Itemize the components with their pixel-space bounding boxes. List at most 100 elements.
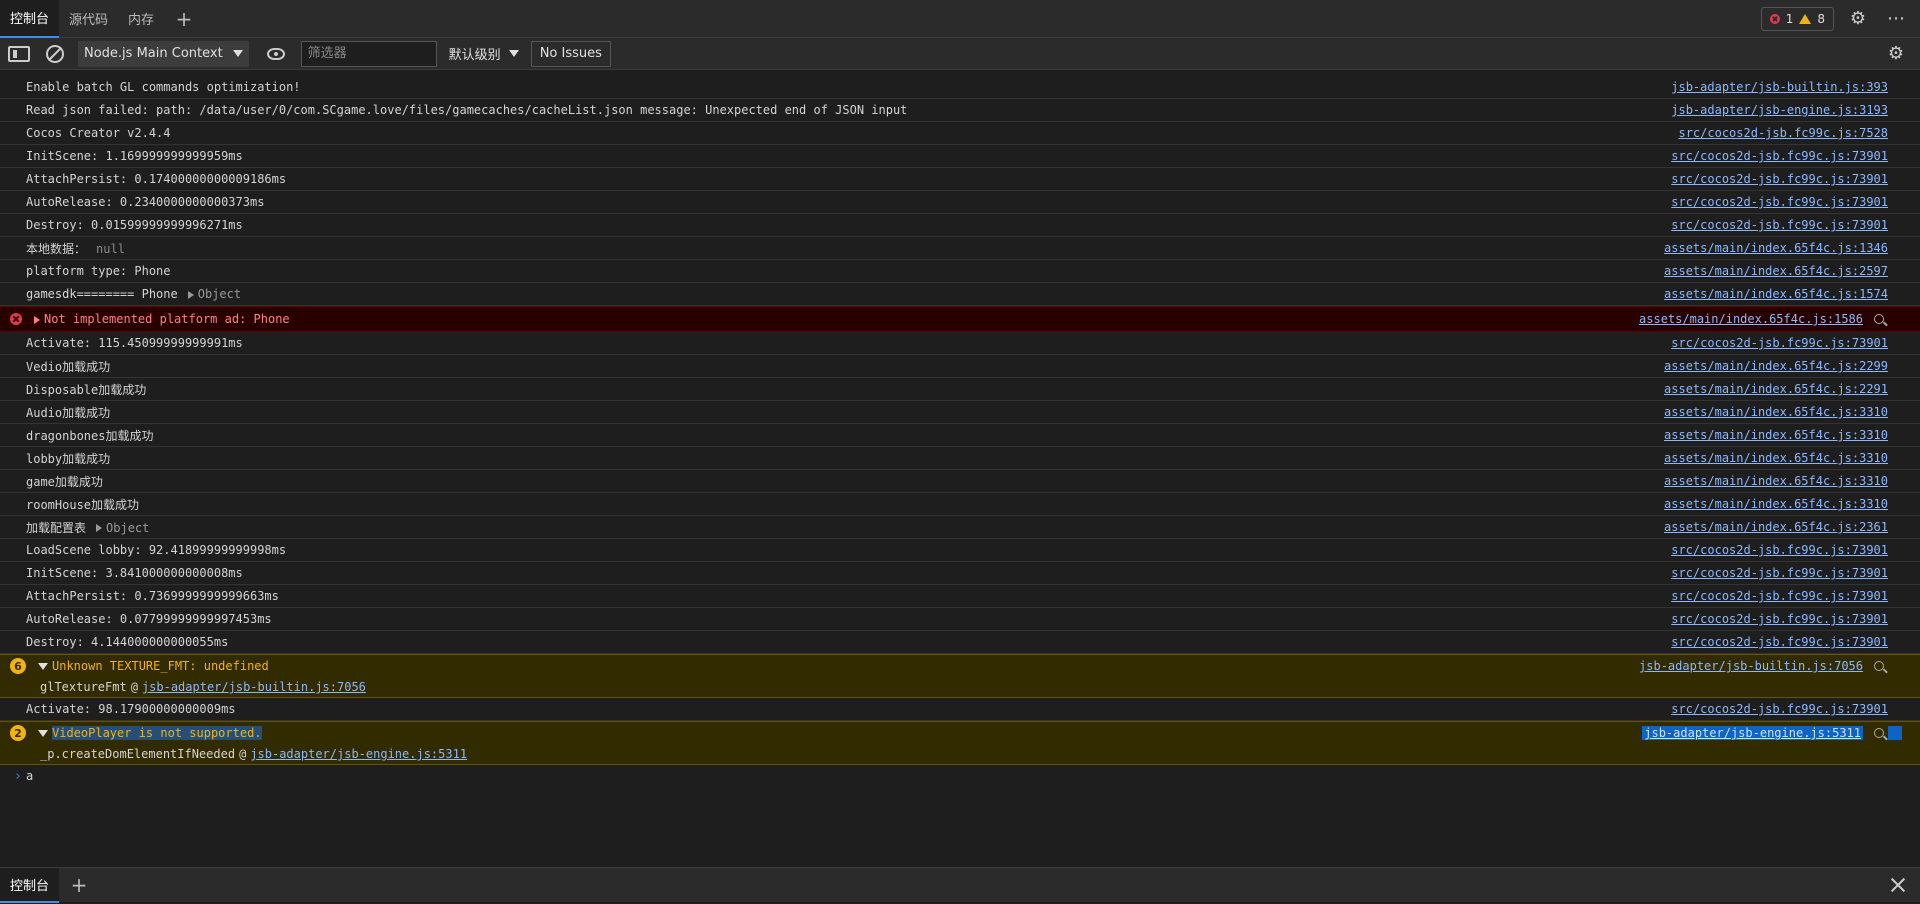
log-row: Destroy: 0.01599999999996271ms src/cocos2… — [0, 214, 1920, 237]
source-link[interactable]: src/cocos2d-jsb.fc99c.js:73901 — [1671, 589, 1888, 603]
prompt-input[interactable]: a — [26, 769, 33, 783]
source-link[interactable]: src/cocos2d-jsb.fc99c.js:73901 — [1671, 566, 1888, 580]
source-link[interactable]: assets/main/index.65f4c.js:1346 — [1664, 241, 1888, 255]
add-drawer-tab-icon[interactable]: + — [59, 866, 99, 904]
log-row: Read json failed: path: /data/user/0/com… — [0, 99, 1920, 122]
collapse-arrow-icon[interactable] — [38, 663, 48, 670]
source-link[interactable]: src/cocos2d-jsb.fc99c.js:73901 — [1671, 218, 1888, 232]
log-row: game加载成功 assets/main/index.65f4c.js:3310 — [0, 470, 1920, 493]
error-icon — [10, 313, 22, 325]
log-row: Destroy: 4.144000000000055ms src/cocos2d-… — [0, 631, 1920, 654]
collapse-arrow-icon[interactable] — [38, 730, 48, 737]
tab-console[interactable]: 控制台 — [0, 0, 60, 38]
log-level-select[interactable]: 默认级别 — [449, 44, 519, 63]
log-row: AutoRelease: 0.2340000000000373ms src/coc… — [0, 191, 1920, 214]
context-select-value: Node.js Main Context — [84, 46, 223, 61]
source-link[interactable]: assets/main/index.65f4c.js:3310 — [1664, 474, 1888, 488]
close-drawer-icon[interactable] — [1890, 877, 1906, 893]
source-link[interactable]: src/cocos2d-jsb.fc99c.js:73901 — [1671, 336, 1888, 350]
warning-row[interactable]: 2 VideoPlayer is not supported. jsb-adap… — [0, 722, 1920, 744]
expand-arrow-icon[interactable] — [96, 524, 103, 532]
search-icon[interactable] — [1874, 728, 1884, 738]
stack-link[interactable]: jsb-adapter/jsb-builtin.js:7056 — [142, 680, 366, 694]
log-row: Activate: 115.45099999999991ms src/cocos2… — [0, 332, 1920, 355]
source-link[interactable]: assets/main/index.65f4c.js:2291 — [1664, 382, 1888, 396]
tab-sources[interactable]: 源代码 — [59, 0, 118, 38]
log-message: Activate: 115.45099999999991ms — [26, 336, 243, 350]
log-message: AutoRelease: 0.07799999999997453ms — [26, 612, 272, 626]
source-link[interactable]: assets/main/index.65f4c.js:3310 — [1664, 497, 1888, 511]
log-message: roomHouse加载成功 — [26, 497, 140, 512]
source-link[interactable]: src/cocos2d-jsb.fc99c.js:73901 — [1671, 612, 1888, 626]
source-link[interactable]: src/cocos2d-jsb.fc99c.js:73901 — [1671, 702, 1888, 716]
console-prompt[interactable]: › a — [0, 765, 1920, 787]
log-message: AttachPersist: 0.17400000000009186ms — [26, 172, 287, 186]
filter-input[interactable] — [300, 40, 437, 67]
source-link[interactable]: jsb-adapter/jsb-builtin.js:7056 — [1639, 659, 1863, 673]
source-link[interactable]: assets/main/index.65f4c.js:2299 — [1664, 359, 1888, 373]
log-message: Enable batch GL commands optimization! — [26, 80, 301, 94]
warning-message: VideoPlayer is not supported. — [52, 726, 262, 740]
top-tab-bar: 控制台 源代码 内存 + 1 8 ⚙ ⋯ — [0, 0, 1920, 38]
warning-count-badge: 6 — [10, 658, 26, 674]
log-message: Read json failed: path: /data/user/0/com… — [26, 103, 908, 117]
source-link[interactable]: src/cocos2d-jsb.fc99c.js:73901 — [1671, 149, 1888, 163]
live-expression-eye-icon[interactable] — [266, 47, 285, 60]
more-options-icon[interactable]: ⋯ — [1882, 5, 1910, 33]
source-link[interactable]: assets/main/index.65f4c.js:3310 — [1664, 405, 1888, 419]
console-settings-gear-icon[interactable]: ⚙ — [1882, 40, 1910, 68]
source-link[interactable]: src/cocos2d-jsb.fc99c.js:73901 — [1671, 195, 1888, 209]
context-select[interactable]: Node.js Main Context — [78, 40, 249, 67]
source-link[interactable]: src/cocos2d-jsb.fc99c.js:73901 — [1671, 543, 1888, 557]
sidebar-toggle-icon[interactable] — [8, 45, 30, 62]
object-preview[interactable]: Object — [96, 521, 149, 535]
stack-at: @ — [130, 680, 138, 694]
stack-link[interactable]: jsb-adapter/jsb-engine.js:5311 — [250, 747, 467, 761]
tabbar-right: 1 8 ⚙ ⋯ — [1760, 5, 1920, 33]
drawer-tab-console[interactable]: 控制台 — [0, 867, 60, 903]
log-message: LoadScene lobby: 92.41899999999998ms — [26, 543, 287, 557]
expand-arrow-icon[interactable] — [34, 315, 40, 324]
source-link[interactable]: assets/main/index.65f4c.js:3310 — [1664, 428, 1888, 442]
settings-gear-icon[interactable]: ⚙ — [1844, 5, 1872, 33]
add-tab-icon[interactable]: + — [164, 0, 204, 38]
source-link[interactable]: jsb-adapter/jsb-builtin.js:393 — [1671, 80, 1888, 94]
source-link[interactable]: assets/main/index.65f4c.js:3310 — [1664, 451, 1888, 465]
search-icon[interactable] — [1874, 661, 1884, 671]
error-row[interactable]: Not implemented platform ad: Phone asset… — [0, 306, 1920, 332]
log-message: gamesdk======== Phone — [26, 287, 178, 301]
log-row: LoadScene lobby: 92.41899999999998ms src/… — [0, 539, 1920, 562]
log-row: InitScene: 3.841000000000008ms src/cocos2… — [0, 562, 1920, 585]
source-link[interactable]: jsb-adapter/jsb-engine.js:5311 — [1642, 726, 1863, 740]
warning-row[interactable]: 6 Unknown TEXTURE_FMT: undefined jsb-ada… — [0, 655, 1920, 677]
object-preview[interactable]: Object — [187, 287, 242, 301]
log-row: InitScene: 1.169999999999959ms src/cocos2… — [0, 145, 1920, 168]
source-link[interactable]: src/cocos2d-jsb.fc99c.js:73901 — [1671, 172, 1888, 186]
source-link[interactable]: src/cocos2d-jsb.fc99c.js:7528 — [1678, 126, 1888, 140]
log-row: Enable batch GL commands optimization! js… — [0, 76, 1920, 99]
console-toolbar: Node.js Main Context 默认级别 No Issues ⚙ — [0, 38, 1920, 70]
log-message: Destroy: 4.144000000000055ms — [26, 635, 229, 649]
source-link[interactable]: src/cocos2d-jsb.fc99c.js:73901 — [1671, 635, 1888, 649]
log-row: platform type: Phone assets/main/index.65… — [0, 260, 1920, 283]
source-link[interactable]: assets/main/index.65f4c.js:2361 — [1664, 520, 1888, 534]
issues-counter[interactable]: 1 8 — [1760, 6, 1834, 31]
warning-group: 6 Unknown TEXTURE_FMT: undefined jsb-ada… — [0, 654, 1920, 698]
clear-console-icon[interactable] — [46, 44, 64, 63]
search-icon[interactable] — [1874, 314, 1884, 324]
log-row: lobby加载成功 assets/main/index.65f4c.js:3310 — [0, 447, 1920, 470]
source-link[interactable]: assets/main/index.65f4c.js:1586 — [1639, 312, 1863, 326]
object-label: Object — [197, 287, 242, 301]
expand-arrow-icon[interactable] — [187, 290, 194, 299]
stack-frame: _p.createDomElementIfNeeded @ jsb-adapter/… — [0, 744, 1920, 764]
log-message: lobby加载成功 — [26, 451, 111, 466]
error-count: 1 — [1785, 11, 1794, 26]
drawer-tab-bar: 控制台 + — [0, 866, 1920, 904]
source-link[interactable]: assets/main/index.65f4c.js:2597 — [1664, 264, 1888, 278]
no-issues-button[interactable]: No Issues — [530, 40, 611, 67]
source-link[interactable]: assets/main/index.65f4c.js:1574 — [1664, 287, 1888, 301]
prompt-chevron-icon: › — [14, 768, 22, 784]
source-link[interactable]: jsb-adapter/jsb-engine.js:3193 — [1671, 103, 1888, 117]
tab-memory[interactable]: 内存 — [118, 0, 164, 38]
console-log: Enable batch GL commands optimization! js… — [0, 76, 1920, 787]
